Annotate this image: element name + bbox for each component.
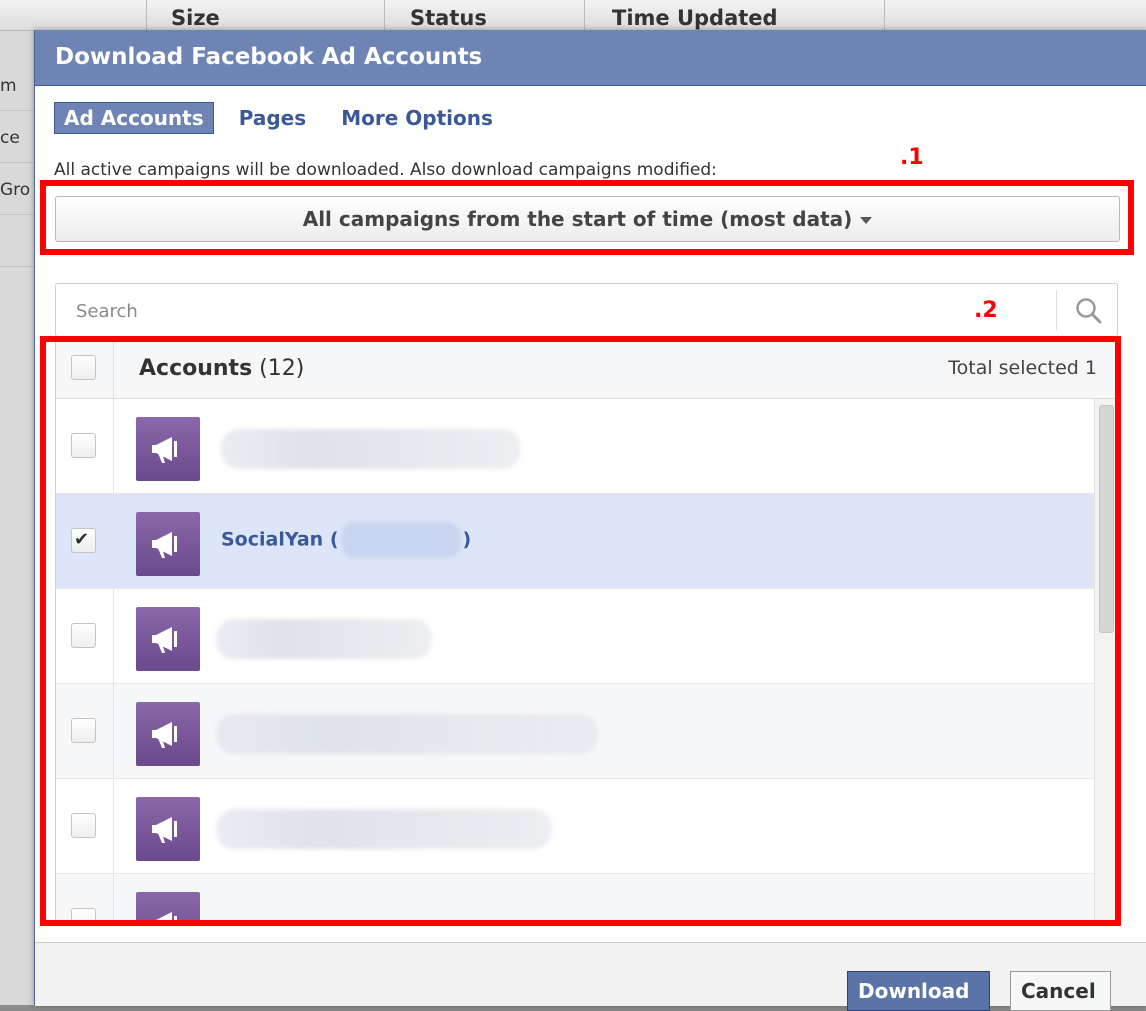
tab-pages[interactable]: Pages [229,102,316,134]
annotation-box-1 [40,180,1134,255]
download-description: All active campaigns will be downloaded.… [54,160,717,180]
column-separator [884,0,885,30]
account-search [55,283,1118,338]
tab-more-options[interactable]: More Options [331,102,503,134]
background-cell: m [0,76,17,96]
column-header-time-updated: Time Updated [612,6,778,30]
background-row-line [0,266,34,267]
annotation-box-2 [40,336,1121,926]
column-separator [384,0,385,30]
background-cell: ce [0,128,20,148]
download-button[interactable]: Download [847,971,990,1011]
background-row-line [0,110,34,111]
background-row-line [0,214,34,215]
tab-ad-accounts[interactable]: Ad Accounts [54,102,214,134]
column-header-size: Size [171,6,220,30]
dialog-title: Download Facebook Ad Accounts [35,30,1146,86]
background-cell: Gro [0,180,31,200]
annotation-label-2: .2 [974,298,998,323]
search-icon[interactable] [1074,296,1104,326]
cancel-button[interactable]: Cancel [1010,971,1111,1011]
column-header-status: Status [410,6,487,30]
search-divider [1056,290,1057,330]
dialog-footer: Download Cancel [35,942,1146,1011]
dialog-tabs: Ad Accounts Pages More Options [54,102,513,136]
background-table-header: Size Status Time Updated [0,0,1146,31]
column-separator [584,0,585,30]
search-input[interactable] [56,284,1078,338]
annotation-label-1: .1 [900,145,924,170]
column-separator [146,0,147,30]
background-row-line [0,162,34,163]
